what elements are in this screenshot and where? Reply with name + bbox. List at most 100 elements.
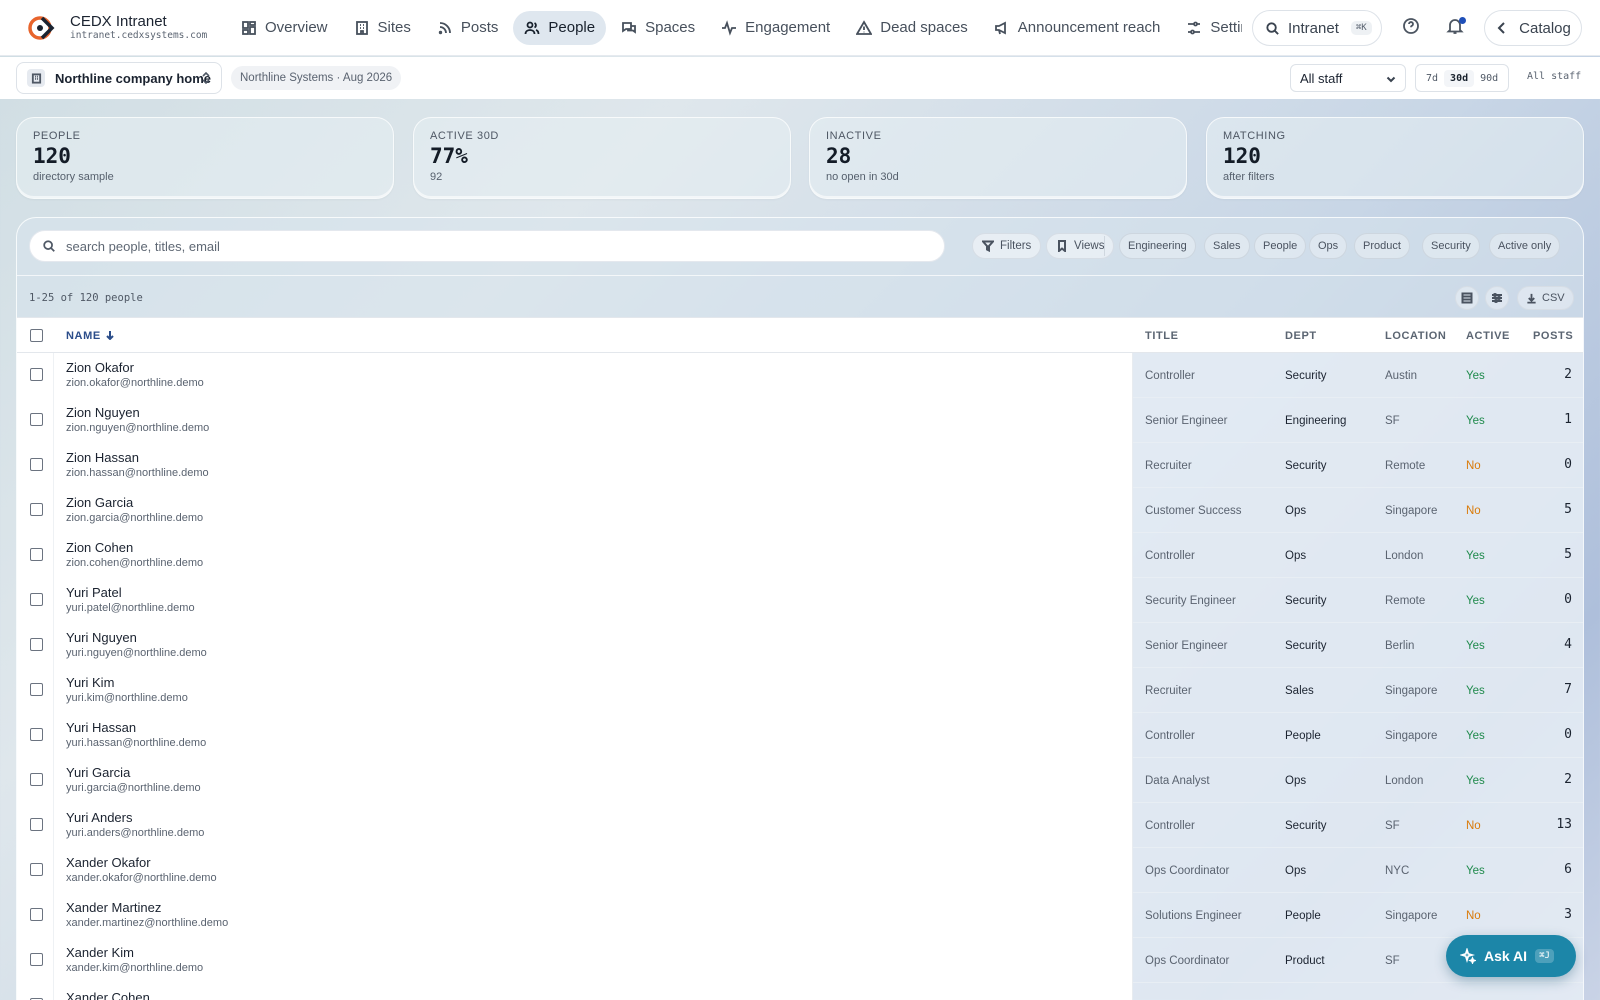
ask-ai-button[interactable]: Ask AI ⌘J bbox=[1446, 935, 1576, 977]
person-name[interactable]: Xander Martinez bbox=[66, 900, 161, 915]
table-row[interactable]: Yuri Hassan yuri.hassan@northline.demo Con… bbox=[17, 713, 1583, 758]
person-name[interactable]: Yuri Anders bbox=[66, 810, 133, 825]
person-name[interactable]: Xander Okafor bbox=[66, 855, 151, 870]
table-row[interactable]: Zion Okafor zion.okafor@northline.demo Con… bbox=[17, 353, 1583, 398]
chevron-left-icon bbox=[1497, 22, 1505, 34]
table-row[interactable]: Yuri Patel yuri.patel@northline.demo Secur… bbox=[17, 578, 1583, 623]
table-row[interactable]: Zion Nguyen zion.nguyen@northline.demo Sen… bbox=[17, 398, 1583, 443]
person-active-status: No bbox=[1466, 820, 1481, 832]
staff-filter-select[interactable]: All staff bbox=[1290, 64, 1406, 92]
column-header-dept[interactable]: DEPT bbox=[1285, 330, 1317, 342]
select-all-checkbox[interactable] bbox=[30, 329, 43, 342]
table-row[interactable]: Yuri Kim yuri.kim@northline.demo Recruiter… bbox=[17, 668, 1583, 713]
chip-product[interactable]: Product bbox=[1354, 233, 1410, 259]
person-email: yuri.hassan@northline.demo bbox=[66, 737, 207, 749]
brand[interactable]: CEDX Intranet intranet.cedxsystems.com bbox=[0, 14, 230, 42]
row-checkbox[interactable] bbox=[30, 728, 43, 741]
people-search-input[interactable]: search people, titles, email bbox=[29, 230, 945, 262]
person-name[interactable]: Yuri Garcia bbox=[66, 765, 130, 780]
range-7d-button[interactable]: 7d bbox=[1420, 70, 1444, 87]
site-selector[interactable]: Northline company home bbox=[16, 62, 222, 94]
row-checkbox[interactable] bbox=[30, 953, 43, 966]
table-row[interactable]: Xander Okafor xander.okafor@northline.dem… bbox=[17, 848, 1583, 893]
chip-ops[interactable]: Ops bbox=[1309, 233, 1348, 259]
chip-engineering[interactable]: Engineering bbox=[1119, 233, 1196, 259]
person-name[interactable]: Xander Cohen bbox=[66, 990, 150, 1000]
nav-engagement[interactable]: Engagement bbox=[710, 11, 841, 45]
row-checkbox[interactable] bbox=[30, 503, 43, 516]
table-row[interactable]: Xander Martinez xander.martinez@northline… bbox=[17, 893, 1583, 938]
nav-overview[interactable]: Overview bbox=[230, 11, 339, 45]
table-row[interactable]: Xander Cohen bbox=[17, 983, 1583, 1000]
person-name[interactable]: Zion Hassan bbox=[66, 450, 139, 465]
row-details bbox=[1133, 443, 1583, 488]
person-name[interactable]: Yuri Hassan bbox=[66, 720, 136, 735]
person-email: xander.okafor@northline.demo bbox=[66, 872, 217, 884]
chip-people[interactable]: People bbox=[1254, 233, 1307, 259]
person-name[interactable]: Yuri Patel bbox=[66, 585, 122, 600]
nav-posts[interactable]: Posts bbox=[426, 11, 510, 45]
person-name[interactable]: Xander Kim bbox=[66, 945, 134, 960]
table-row[interactable]: Yuri Nguyen yuri.nguyen@northline.demo Sen… bbox=[17, 623, 1583, 668]
person-email: yuri.nguyen@northline.demo bbox=[66, 647, 207, 659]
org-period-badge: Northline Systems · Aug 2026 bbox=[231, 66, 402, 90]
global-search-button[interactable]: Intranet ⌘K bbox=[1252, 10, 1382, 46]
person-location: Remote bbox=[1385, 460, 1426, 472]
stat-subtext: 92 bbox=[430, 171, 443, 183]
export-csv-button[interactable]: CSV bbox=[1517, 286, 1574, 310]
column-header-name[interactable]: NAME bbox=[66, 330, 115, 342]
table-row[interactable]: Zion Hassan zion.hassan@northline.demo Rec… bbox=[17, 443, 1583, 488]
notifications-button[interactable] bbox=[1446, 17, 1468, 39]
columns-button[interactable] bbox=[1485, 286, 1509, 310]
range-30d-button[interactable]: 30d bbox=[1444, 69, 1475, 87]
row-checkbox[interactable] bbox=[30, 593, 43, 606]
table-row[interactable]: Zion Garcia zion.garcia@northline.demo Cus… bbox=[17, 488, 1583, 533]
row-checkbox[interactable] bbox=[30, 413, 43, 426]
table-row[interactable]: Zion Cohen zion.cohen@northline.demo Contr… bbox=[17, 533, 1583, 578]
views-label: Views bbox=[1074, 240, 1105, 252]
table-row[interactable]: Xander Kim xander.kim@northline.demo Ops C… bbox=[17, 938, 1583, 983]
row-checkbox[interactable] bbox=[30, 368, 43, 381]
table-row[interactable]: Yuri Garcia yuri.garcia@northline.demo Dat… bbox=[17, 758, 1583, 803]
person-post-count: 7 bbox=[1564, 682, 1572, 697]
person-location: Singapore bbox=[1385, 730, 1438, 742]
table-row[interactable]: Yuri Anders yuri.anders@northline.demo Con… bbox=[17, 803, 1583, 848]
range-90d-button[interactable]: 90d bbox=[1474, 70, 1504, 87]
density-button[interactable] bbox=[1455, 286, 1479, 310]
row-checkbox[interactable] bbox=[30, 818, 43, 831]
help-button[interactable] bbox=[1402, 17, 1424, 39]
column-header-posts[interactable]: POSTS bbox=[1533, 330, 1573, 342]
row-checkbox[interactable] bbox=[30, 458, 43, 471]
row-checkbox[interactable] bbox=[30, 638, 43, 651]
nav-people[interactable]: People bbox=[513, 10, 607, 45]
person-name[interactable]: Zion Nguyen bbox=[66, 405, 140, 420]
chip-active-only[interactable]: Active only bbox=[1489, 233, 1561, 259]
catalog-button[interactable]: Catalog bbox=[1484, 10, 1582, 46]
person-dept: Ops bbox=[1285, 550, 1307, 562]
row-checkbox[interactable] bbox=[30, 773, 43, 786]
person-name[interactable]: Zion Cohen bbox=[66, 540, 133, 555]
row-checkbox[interactable] bbox=[30, 908, 43, 921]
person-dept: Security bbox=[1285, 595, 1327, 607]
nav-spaces[interactable]: Spaces bbox=[610, 11, 706, 45]
nav-sites[interactable]: Sites bbox=[343, 11, 422, 45]
row-checkbox[interactable] bbox=[30, 683, 43, 696]
site-selector-label: Northline company home bbox=[55, 70, 212, 86]
nav-settings[interactable]: Settings bbox=[1175, 11, 1242, 45]
column-header-active[interactable]: ACTIVE bbox=[1466, 330, 1510, 342]
person-name[interactable]: Yuri Nguyen bbox=[66, 630, 137, 645]
column-header-title[interactable]: TITLE bbox=[1145, 330, 1179, 342]
chip-sales[interactable]: Sales bbox=[1204, 233, 1250, 259]
nav-announcement-reach[interactable]: Announcement reach bbox=[983, 11, 1172, 45]
person-name[interactable]: Yuri Kim bbox=[66, 675, 114, 690]
person-post-count: 5 bbox=[1564, 547, 1572, 562]
person-name[interactable]: Zion Garcia bbox=[66, 495, 133, 510]
person-active-status: Yes bbox=[1466, 370, 1485, 382]
nav-dead-spaces[interactable]: Dead spaces bbox=[845, 11, 979, 45]
column-header-location[interactable]: LOCATION bbox=[1385, 330, 1446, 342]
row-checkbox[interactable] bbox=[30, 548, 43, 561]
filters-button[interactable]: Filters bbox=[972, 233, 1042, 259]
person-name[interactable]: Zion Okafor bbox=[66, 360, 134, 375]
chip-security[interactable]: Security bbox=[1422, 233, 1480, 259]
row-checkbox[interactable] bbox=[30, 863, 43, 876]
